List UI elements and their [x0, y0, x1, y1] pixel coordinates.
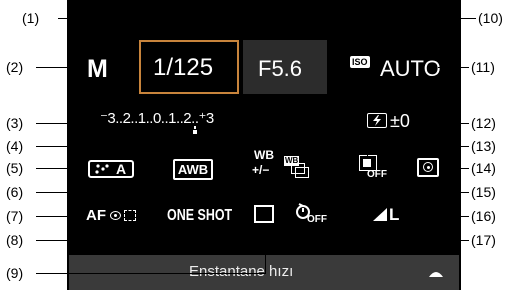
- leader-16: [415, 216, 469, 217]
- metering-mode-icon[interactable]: [417, 158, 439, 177]
- af-operation[interactable]: ONE SHOT: [167, 207, 251, 225]
- leader-11: [438, 67, 469, 68]
- picture-style-auto: A: [116, 161, 127, 177]
- wb-correction-wb: WB: [254, 148, 274, 162]
- leader-10-v: [284, 18, 285, 40]
- leader-9-h: [36, 273, 266, 274]
- callout-3: (3): [6, 115, 24, 131]
- leader-4-v: [191, 146, 192, 158]
- af-operation-text: ONE SHOT: [167, 207, 233, 224]
- leader-6-v: [265, 182, 266, 192]
- leader-15-h: [297, 192, 469, 193]
- leader-5: [36, 168, 86, 169]
- leader-10-h: [284, 18, 476, 19]
- exposure-zero-tick: [194, 126, 196, 129]
- callout-16: (16): [471, 208, 496, 224]
- leader-2: [36, 67, 84, 68]
- leader-8-h: [36, 240, 196, 241]
- wb-correction-sign: +/−: [252, 163, 270, 177]
- leader-1-h: [58, 18, 190, 19]
- auto-lighting-optimizer-icon[interactable]: OFF: [359, 155, 387, 183]
- aperture-value: F5.6: [258, 56, 303, 81]
- shutter-speed-value: 1/125: [153, 54, 214, 81]
- leader-17-h: [313, 240, 469, 241]
- iso-badge: ISO: [350, 56, 370, 68]
- callout-15: (15): [471, 184, 496, 200]
- leader-9-v: [265, 223, 266, 273]
- leader-15-v: [297, 182, 298, 192]
- callout-17: (17): [471, 232, 496, 248]
- leader-12: [428, 123, 469, 124]
- status-text: Enstantane hızı: [189, 263, 294, 280]
- scroll-up-icon[interactable]: [427, 266, 445, 278]
- white-balance-awb[interactable]: AWB: [173, 159, 213, 180]
- wb-correction-icon[interactable]: WB +/−: [251, 148, 275, 180]
- af-area-bracket: [124, 210, 136, 221]
- metering-center: [427, 166, 430, 169]
- callout-5: (5): [6, 160, 24, 176]
- leader-3: [36, 123, 94, 124]
- self-timer-icon[interactable]: OFF: [294, 202, 328, 228]
- leader-7: [36, 216, 84, 217]
- flash-exposure-comp-icon: [367, 113, 387, 128]
- leader-13-v: [367, 146, 368, 156]
- iso-value[interactable]: AUTO: [380, 56, 441, 82]
- leader-6-h: [36, 192, 266, 193]
- leader-13-h: [367, 146, 469, 147]
- callout-12: (12): [471, 115, 496, 131]
- callout-2: (2): [6, 59, 24, 75]
- callout-10: (10): [478, 10, 503, 26]
- flash-comp-value[interactable]: ±0: [390, 111, 410, 132]
- callout-8: (8): [6, 232, 24, 248]
- exposure-level-scale: ⁻3..2..1..0..1..2..⁺3: [100, 110, 214, 127]
- alo-fill: [363, 159, 371, 167]
- drive-mode-icon[interactable]: [254, 205, 274, 223]
- leader-8-v: [196, 226, 197, 240]
- image-quality-size: L: [389, 205, 400, 224]
- self-timer-off: OFF: [307, 214, 327, 225]
- wb-bracketing-frames-back: [295, 167, 309, 178]
- leader-17-v: [313, 228, 314, 240]
- callout-14: (14): [471, 160, 496, 176]
- alo-off: OFF: [367, 169, 387, 180]
- callout-6: (6): [6, 184, 24, 200]
- leader-4-h: [36, 146, 192, 147]
- wb-bracketing-icon[interactable]: WB: [284, 156, 310, 180]
- leader-1-v: [189, 18, 190, 40]
- camera-quick-control-screen: M 1/125 F5.6 ISO AUTO ⁻3..2..1..0..1..2.…: [67, 0, 461, 290]
- af-face-pupil: [114, 214, 117, 217]
- af-method-label[interactable]: AF: [86, 207, 106, 224]
- leader-14: [442, 168, 469, 169]
- callout-7: (7): [6, 208, 24, 224]
- image-quality-icon[interactable]: L: [373, 205, 413, 225]
- exposure-level-marker: [193, 130, 197, 134]
- callout-13: (13): [471, 138, 496, 154]
- shooting-mode[interactable]: M: [87, 55, 108, 84]
- callout-11: (11): [471, 59, 495, 75]
- af-face-tracking-icon: [110, 208, 144, 224]
- picture-style-icon[interactable]: A: [88, 160, 134, 178]
- callout-9: (9): [6, 265, 24, 281]
- callout-4: (4): [6, 138, 24, 154]
- callout-1: (1): [22, 10, 40, 26]
